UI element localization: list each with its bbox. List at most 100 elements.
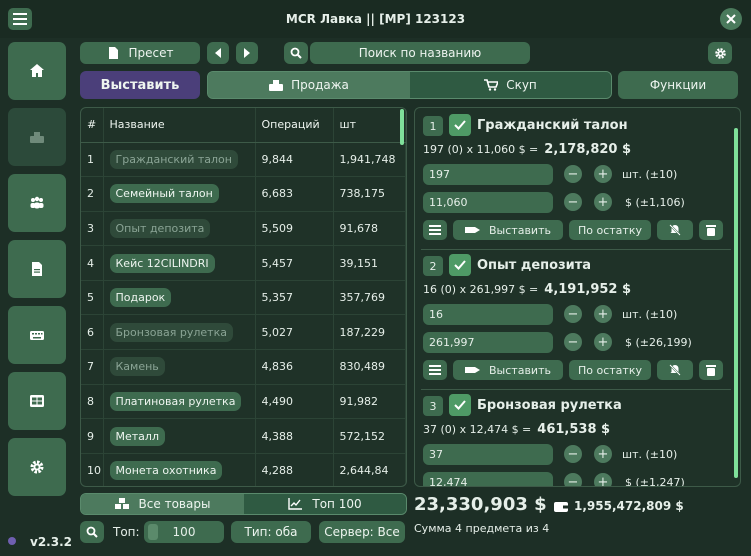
users-button[interactable] (8, 174, 66, 232)
document-icon (108, 47, 118, 59)
price-plus-button[interactable]: + (594, 193, 612, 211)
close-icon[interactable] (720, 8, 742, 30)
table-scrollbar[interactable] (400, 109, 404, 145)
boxes-icon (114, 498, 129, 509)
table-button[interactable] (8, 372, 66, 430)
price-plus-button[interactable]: + (594, 333, 612, 351)
tab-sell[interactable]: Продажа (208, 72, 410, 98)
gear-icon (714, 47, 726, 59)
item-name-pill[interactable]: Кейс 12CILINDRI (109, 253, 215, 273)
tab-post[interactable]: Выставить (80, 71, 200, 99)
all-goods-tab[interactable]: Все товары (81, 494, 244, 514)
price-unit: $ (±1,106) (625, 196, 685, 209)
shop-button[interactable] (8, 108, 66, 166)
table-row[interactable]: 7 Камень 4,836 830,489 (81, 349, 406, 385)
qty-field[interactable]: 37 (423, 444, 553, 465)
trash-icon (706, 225, 716, 236)
price-field[interactable]: 11,060 (423, 192, 553, 213)
functions-button[interactable]: Функции (618, 71, 738, 99)
table-row[interactable]: 8 Платиновая рулетка 4,490 91,982 (81, 384, 406, 420)
qty-plus-button[interactable]: + (594, 445, 612, 463)
qty-field[interactable]: 197 (423, 164, 553, 185)
qty-plus-button[interactable]: + (594, 305, 612, 323)
search-small-button[interactable] (80, 521, 104, 543)
post-item-button[interactable]: Выставить (453, 220, 563, 240)
tag-icon (465, 227, 481, 233)
table-row[interactable]: 2 Семейный талон 6,683 738,175 (81, 176, 406, 212)
row-number: 9 (81, 418, 104, 454)
mute-button[interactable] (657, 360, 693, 380)
item-name-pill[interactable]: Подарок (109, 288, 172, 308)
item-name-pill[interactable]: Гражданский талон (109, 149, 238, 169)
server-button[interactable]: Сервер: Все (319, 521, 405, 543)
cards-scrollbar[interactable] (734, 128, 738, 478)
qty-minus-button[interactable]: − (564, 305, 582, 323)
table-row[interactable]: 4 Кейс 12CILINDRI 5,457 39,151 (81, 245, 406, 281)
row-number: 2 (81, 176, 104, 212)
table-row[interactable]: 5 Подарок 5,357 357,769 (81, 280, 406, 316)
delete-button[interactable] (699, 360, 723, 380)
qty-minus-button[interactable]: − (564, 165, 582, 183)
sum-caption: Сумма 4 предмета из 4 (414, 522, 550, 535)
home-button[interactable] (8, 42, 66, 100)
item-name-pill[interactable]: Монета охотника (109, 461, 223, 481)
view-toggle: Все товары Топ 100 (80, 493, 407, 515)
top-slider[interactable]: 100 (144, 521, 224, 543)
qty-field[interactable]: 16 (423, 304, 553, 325)
settings-button[interactable] (8, 438, 66, 496)
item-name-pill[interactable]: Опыт депозита (109, 218, 211, 238)
keyboard-button[interactable] (8, 306, 66, 364)
search-input[interactable]: Поиск по названию (310, 42, 530, 64)
post-item-button[interactable]: Выставить (453, 360, 563, 380)
qty-minus-button[interactable]: − (564, 445, 582, 463)
top100-label: Топ 100 (312, 497, 362, 511)
price-minus-button[interactable]: − (564, 333, 582, 351)
price-plus-button[interactable]: + (594, 473, 612, 486)
prev-button[interactable] (207, 42, 229, 64)
post-item-label: Выставить (489, 363, 551, 377)
item-name-pill[interactable]: Камень (109, 357, 165, 377)
settings-gear-button[interactable] (708, 42, 732, 64)
row-operations: 4,388 (255, 418, 334, 454)
price-minus-button[interactable]: − (564, 473, 582, 486)
table-row[interactable]: 9 Металл 4,388 572,152 (81, 418, 406, 454)
card-checkbox[interactable] (449, 114, 471, 136)
item-name-pill[interactable]: Семейный талон (109, 184, 219, 204)
price-field[interactable]: 12,474 (423, 472, 553, 486)
price-minus-button[interactable]: − (564, 193, 582, 211)
item-name-pill[interactable]: Платиновая рулетка (109, 391, 242, 411)
table-row[interactable]: 1 Гражданский талон 9,844 1,941,748 (81, 142, 406, 178)
delete-button[interactable] (699, 220, 723, 240)
item-name-pill[interactable]: Металл (109, 426, 165, 446)
row-name: Опыт депозита (103, 211, 256, 247)
list-button[interactable] (423, 220, 447, 240)
qty-unit: шт. (±10) (622, 168, 678, 181)
price-field[interactable]: 261,997 (423, 332, 553, 353)
by-remaining-button[interactable]: По остатку (569, 220, 651, 240)
list-button[interactable] (423, 360, 447, 380)
next-button[interactable] (236, 42, 258, 64)
gear-icon (30, 460, 44, 474)
mute-button[interactable] (657, 220, 693, 240)
tab-buy[interactable]: Скуп (410, 72, 611, 98)
preset-button[interactable]: Пресет (80, 42, 200, 64)
card-checkbox[interactable] (449, 254, 471, 276)
table-row[interactable]: 6 Бронзовая рулетка 5,027 187,229 (81, 314, 406, 351)
card-checkbox[interactable] (449, 394, 471, 416)
document-button[interactable] (8, 240, 66, 298)
search-button[interactable] (284, 42, 308, 64)
qty-plus-button[interactable]: + (594, 165, 612, 183)
row-operations: 9,844 (255, 142, 334, 178)
by-remaining-button[interactable]: По остатку (569, 360, 651, 380)
status-dot (8, 537, 16, 545)
type-button[interactable]: Тип: оба (231, 521, 311, 543)
table-row[interactable]: 10 Монета охотника 4,288 2,644,84 (81, 453, 406, 486)
top100-tab[interactable]: Топ 100 (244, 494, 406, 514)
table-row[interactable]: 3 Опыт депозита 5,509 91,678 (81, 211, 406, 247)
item-name-pill[interactable]: Бронзовая рулетка (109, 322, 233, 342)
col-name: Название (103, 108, 256, 143)
table-icon (30, 395, 44, 407)
row-name: Подарок (103, 280, 256, 316)
chevron-left-icon (215, 48, 221, 58)
list-icon (429, 365, 441, 375)
